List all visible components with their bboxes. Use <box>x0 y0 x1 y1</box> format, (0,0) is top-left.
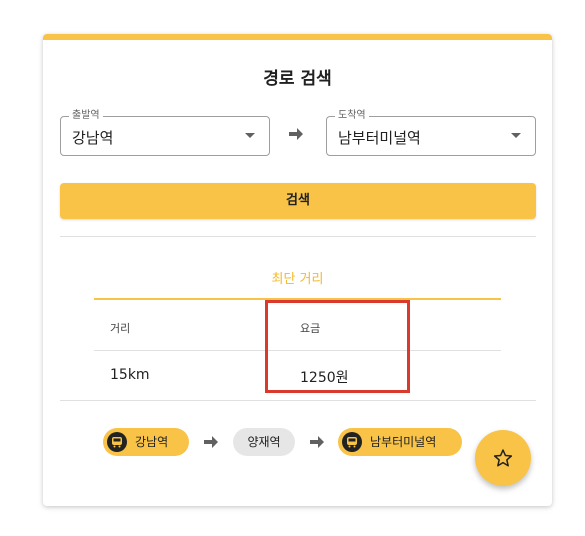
fare-value: 1250원 <box>300 370 349 386</box>
card-title: 경로 검색 <box>263 69 332 89</box>
header-distance: 거리 <box>110 322 131 335</box>
bus-icon <box>107 432 127 452</box>
path-station-chip[interactable]: 양재역 <box>233 428 295 456</box>
departure-station-select[interactable]: 출발역 강남역 <box>60 110 270 156</box>
divider <box>60 400 536 401</box>
departure-station-legend: 출발역 <box>69 110 103 122</box>
path-station-name: 양재역 <box>247 435 281 449</box>
star-outline-icon <box>493 449 513 467</box>
arrival-station-value: 남부터미널역 <box>338 129 421 147</box>
arrow-right-icon <box>204 436 218 448</box>
chevron-down-icon <box>511 133 521 138</box>
header-fare: 요금 <box>300 322 321 335</box>
arrow-right-icon <box>310 436 324 448</box>
card-top-accent <box>43 34 552 40</box>
path-station-name: 강남역 <box>135 435 169 449</box>
bus-icon <box>342 432 362 452</box>
departure-station-value: 강남역 <box>72 129 114 147</box>
path-station-chip[interactable]: 남부터미널역 <box>338 428 462 456</box>
distance-value: 15km <box>110 367 150 383</box>
result-table: 거리 요금 15km 1250원 <box>94 300 501 401</box>
path-station-chip[interactable]: 강남역 <box>103 428 189 456</box>
chevron-down-icon <box>245 133 255 138</box>
favorite-fab-button[interactable] <box>475 430 531 486</box>
arrival-station-select[interactable]: 도착역 남부터미널역 <box>326 110 536 156</box>
path-station-name: 남부터미널역 <box>370 435 437 449</box>
route-search-card: 경로 검색 출발역 강남역 도착역 남부터미널역 검색 최단 거리 거리 요금 … <box>43 34 552 506</box>
arrow-right-icon <box>289 128 303 140</box>
divider <box>60 236 536 237</box>
table-row: 15km 1250원 <box>94 351 501 401</box>
table-header-row: 거리 요금 <box>94 300 501 351</box>
tab-shortest-distance[interactable]: 최단 거리 <box>43 268 552 287</box>
arrival-station-legend: 도착역 <box>335 110 369 122</box>
search-button[interactable]: 검색 <box>60 183 536 219</box>
